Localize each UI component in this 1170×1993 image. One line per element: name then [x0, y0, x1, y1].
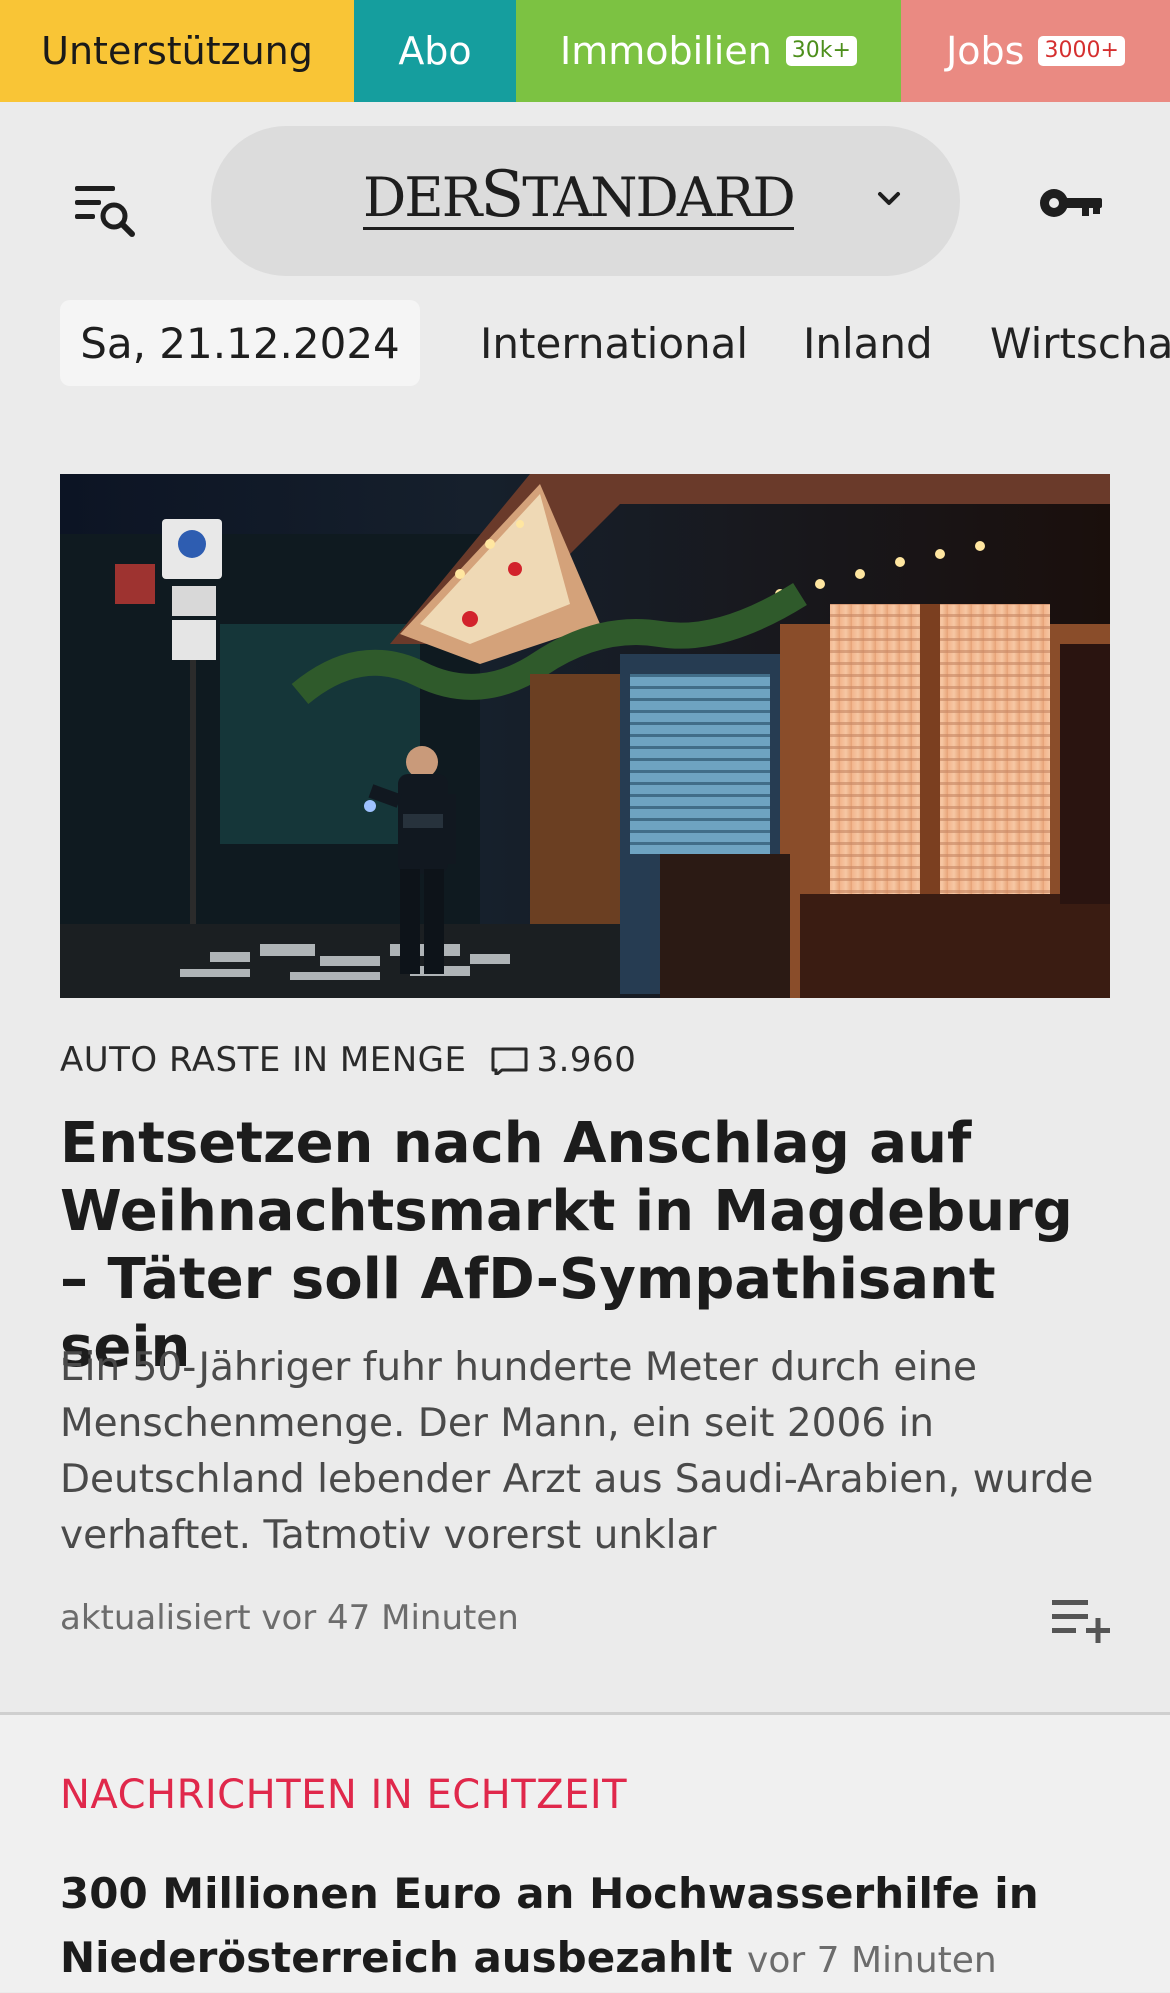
top-service-bar: Unterstützung Abo Immobilien 30k+ Jobs 3… [0, 0, 1170, 102]
nav-item-international[interactable]: International [480, 300, 748, 386]
lead-teaser: Ein 50-Jähriger fuhr hunderte Meter durc… [60, 1345, 1094, 1558]
login-button[interactable] [1036, 178, 1106, 228]
immobilien-link[interactable]: Immobilien 30k+ [516, 0, 901, 102]
chevron-down-icon[interactable] [871, 184, 907, 214]
realtime-section-title[interactable]: NACHRICHTEN IN ECHTZEIT [60, 1772, 627, 1818]
comment-icon[interactable] [490, 1045, 530, 1075]
realtime-news-time: vor 7 Minuten [747, 1940, 997, 1981]
lead-kicker: AUTO RASTE IN MENGE [60, 1040, 467, 1080]
playlist-add-icon[interactable] [1050, 1596, 1112, 1646]
immobilien-count-badge: 30k+ [785, 36, 857, 66]
abo-link[interactable]: Abo [354, 0, 516, 102]
edition-switcher[interactable]: DERSTANDARD [211, 126, 960, 276]
jobs-label: Jobs [946, 29, 1025, 73]
lead-kicker-row: AUTO RASTE IN MENGE 3.960 [60, 1040, 636, 1080]
key-icon [1040, 189, 1102, 217]
jobs-count-badge: 3000+ [1038, 36, 1125, 66]
immobilien-label: Immobilien [560, 29, 772, 73]
abo-label: Abo [398, 29, 472, 73]
jobs-link[interactable]: Jobs 3000+ [901, 0, 1170, 102]
menu-search-button[interactable] [70, 178, 140, 248]
support-label: Unterstützung [41, 29, 313, 73]
nav-item-wirtschaft[interactable]: Wirtschaft [990, 300, 1170, 386]
comment-count[interactable]: 3.960 [536, 1040, 636, 1080]
menu-search-icon [75, 186, 135, 237]
site-logo[interactable]: DERSTANDARD [363, 163, 796, 230]
lead-photo [60, 474, 1110, 998]
section-nav: Sa, 21.12.2024 International Inland Wirt… [0, 300, 1170, 440]
logo-text-der: DER [363, 166, 482, 229]
lead-updated-time: aktualisiert vor 47 Minuten [60, 1598, 519, 1638]
date-chip[interactable]: Sa, 21.12.2024 [60, 300, 420, 386]
nav-item-inland[interactable]: Inland [803, 300, 933, 386]
support-link[interactable]: Unterstützung [0, 0, 354, 102]
logo-text-s: S [480, 158, 524, 232]
realtime-news-item[interactable]: 300 Millionen Euro an Hochwasserhilfe in… [60, 1862, 1120, 1993]
lead-article-image[interactable] [60, 474, 1110, 998]
site-header: DERSTANDARD [0, 102, 1170, 300]
logo-text-tandard: TANDARD [522, 166, 796, 229]
